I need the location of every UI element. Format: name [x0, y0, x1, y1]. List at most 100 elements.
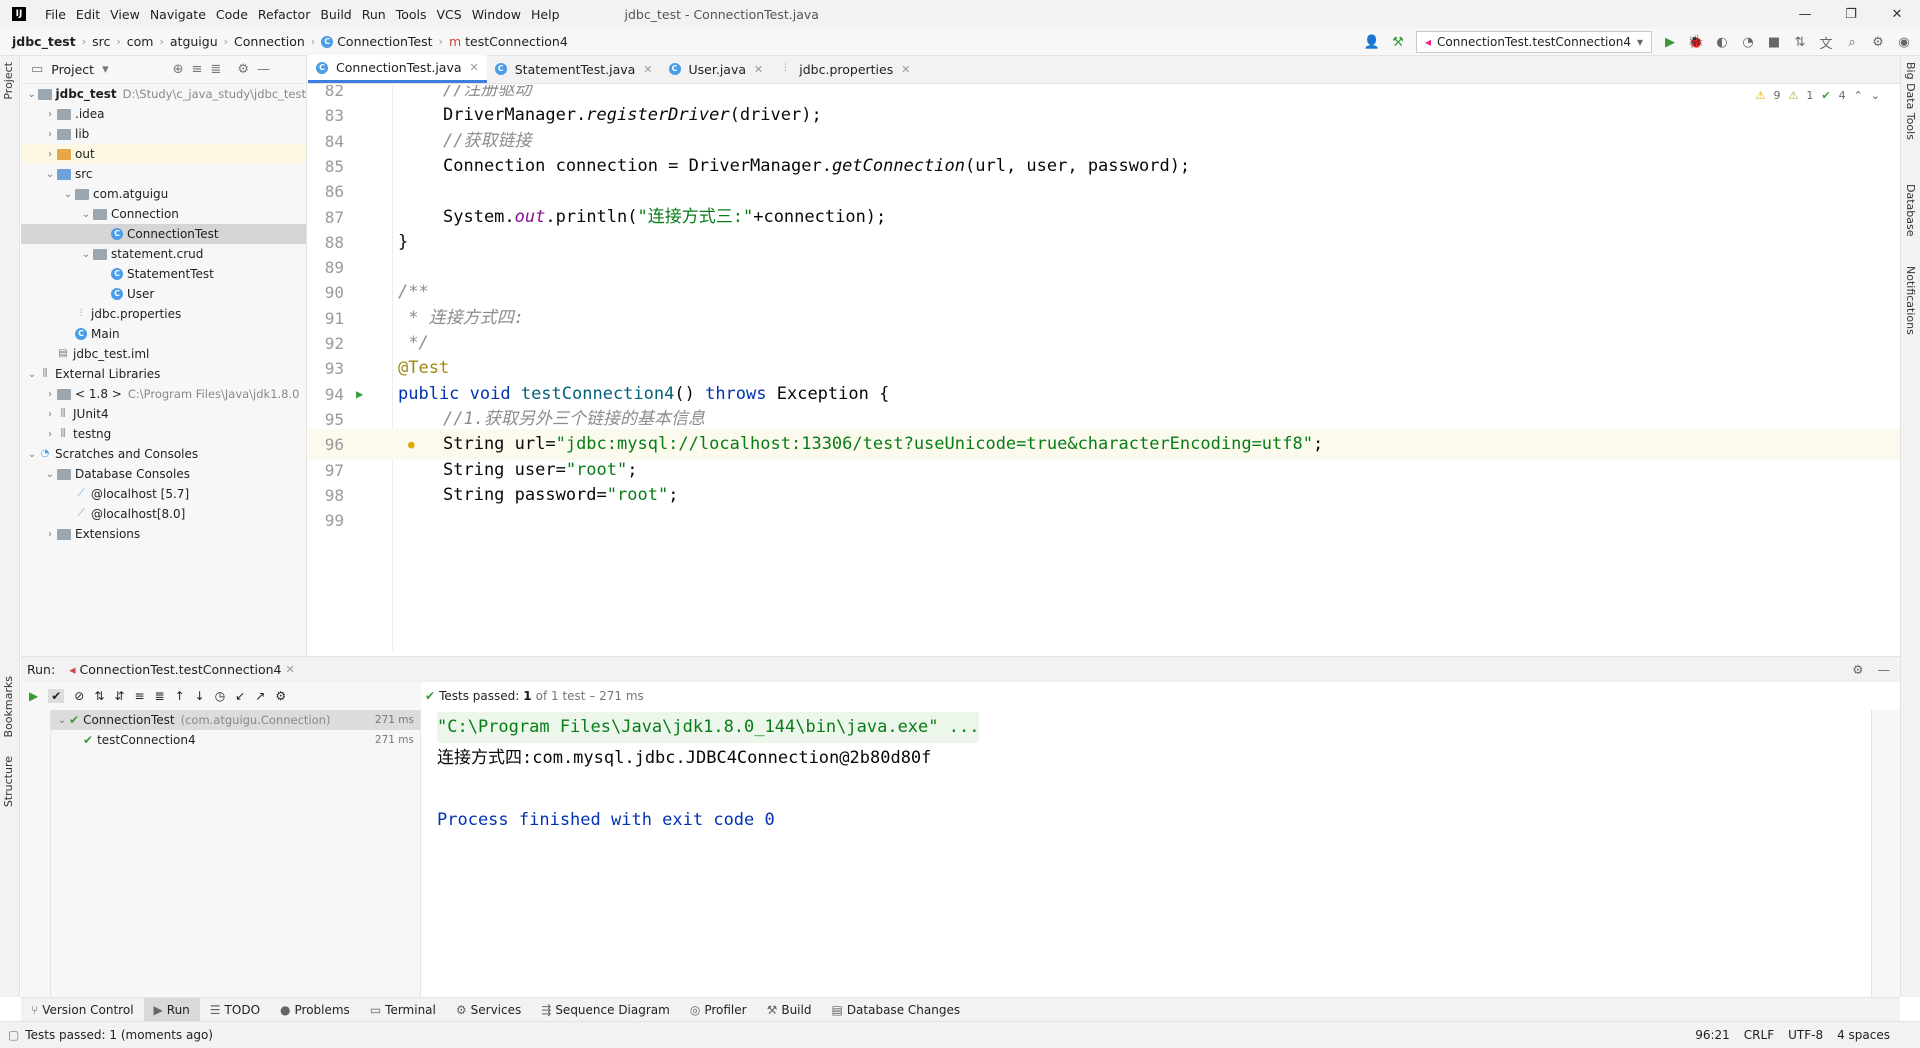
big-data-tools-tab[interactable]: Big Data Tools — [1904, 62, 1917, 140]
chevron-down-icon[interactable]: ⌄ — [43, 169, 57, 180]
menu-refactor[interactable]: Refactor — [253, 7, 315, 22]
project-tree-item[interactable]: › out — [21, 144, 306, 164]
chevron-down-icon[interactable]: ▾ — [102, 62, 109, 77]
chevron-right-icon[interactable]: › — [43, 149, 57, 160]
debug-icon[interactable]: 🐞 — [1688, 34, 1704, 50]
sort-alpha-icon[interactable]: ⇅ — [94, 689, 104, 703]
project-tree-item[interactable]: C User — [21, 284, 306, 304]
project-tree-item[interactable]: › ⫼ testng — [21, 424, 306, 444]
notifications-tool-tab[interactable]: Notifications — [1904, 266, 1917, 335]
settings-gear-icon[interactable]: ⚙ — [1870, 34, 1886, 50]
test-result-item[interactable]: ✔ testConnection4 271 ms — [51, 730, 420, 750]
indent-setting[interactable]: 4 spaces — [1837, 1028, 1890, 1042]
file-encoding[interactable]: UTF-8 — [1788, 1028, 1823, 1042]
editor-tab[interactable]: ⫶ jdbc.properties ✕ — [771, 55, 918, 83]
menu-view[interactable]: View — [105, 7, 145, 22]
project-tree-item[interactable]: C ConnectionTest — [21, 224, 306, 244]
user-icon[interactable]: 👤 — [1364, 34, 1380, 50]
build-hammer-icon[interactable]: ⚒ — [1390, 34, 1406, 50]
project-tree-item[interactable]: ⫶ jdbc.properties — [21, 304, 306, 324]
chevron-down-icon[interactable]: ⌄ — [25, 369, 39, 380]
options-gear-icon[interactable]: ⚙ — [275, 689, 286, 703]
chevron-down-icon[interactable]: ⌄ — [55, 715, 69, 726]
minimize-button[interactable]: — — [1782, 0, 1828, 28]
tool-window-terminal[interactable]: ▭ Terminal — [360, 998, 446, 1022]
sort-duration-icon[interactable]: ⇵ — [114, 689, 124, 703]
menu-window[interactable]: Window — [467, 7, 526, 22]
project-tree-item[interactable]: › .idea — [21, 104, 306, 124]
bookmarks-tool-tab[interactable]: Bookmarks — [2, 676, 15, 737]
project-tree-item[interactable]: ⌄ src — [21, 164, 306, 184]
code-line[interactable]: 99 — [308, 505, 1900, 536]
chevron-down-icon[interactable]: ⌄ — [79, 249, 93, 260]
project-tree-item[interactable]: ⌄ com.atguigu — [21, 184, 306, 204]
locate-icon[interactable]: ⊕ — [173, 62, 184, 77]
close-icon[interactable]: ✕ — [285, 663, 294, 676]
show-passed-icon[interactable]: ✔ — [48, 689, 65, 703]
tool-window-run[interactable]: ▶ Run — [143, 997, 200, 1022]
tool-window-todo[interactable]: ☰ TODO — [200, 998, 270, 1022]
breadcrumb-class[interactable]: C ConnectionTest — [317, 34, 436, 49]
stop-icon[interactable]: ■ — [1766, 34, 1782, 50]
structure-tool-tab[interactable]: Structure — [2, 756, 15, 807]
tool-window-database-changes[interactable]: ▤ Database Changes — [821, 998, 970, 1022]
menu-file[interactable]: File — [40, 7, 71, 22]
run-tab[interactable]: ◂ ConnectionTest.testConnection4 ✕ — [69, 662, 295, 677]
chevron-down-icon[interactable]: ⌄ — [79, 209, 93, 220]
close-tab-icon[interactable]: ✕ — [643, 63, 652, 76]
next-test-icon[interactable]: ↓ — [195, 689, 205, 703]
database-tool-tab[interactable]: Database — [1904, 184, 1917, 237]
menu-code[interactable]: Code — [211, 7, 253, 22]
profile-icon[interactable]: ◔ — [1740, 34, 1756, 50]
prev-test-icon[interactable]: ↑ — [175, 689, 185, 703]
menu-vcs[interactable]: VCS — [432, 7, 467, 22]
project-tool-tab[interactable]: Project — [2, 62, 15, 100]
editor-tab[interactable]: C ConnectionTest.java ✕ — [308, 55, 487, 83]
chevron-down-icon[interactable]: ⌄ — [25, 89, 38, 100]
chevron-down-icon[interactable]: ⌄ — [25, 449, 39, 460]
project-tree-item[interactable]: ⌄ ◔ Scratches and Consoles — [21, 444, 306, 464]
tool-window-profiler[interactable]: ◎ Profiler — [680, 998, 757, 1022]
tool-window-version-control[interactable]: ⑂ Version Control — [21, 998, 144, 1022]
project-tree-item[interactable]: › lib — [21, 124, 306, 144]
chevron-right-icon[interactable]: › — [43, 409, 57, 420]
vcs-icon[interactable]: ⇅ — [1792, 34, 1808, 50]
chevron-down-icon[interactable]: ⌄ — [61, 189, 75, 200]
chevron-right-icon[interactable]: › — [43, 389, 57, 400]
collapse-all-icon[interactable]: ≣ — [155, 689, 165, 703]
chevron-right-icon[interactable]: › — [43, 109, 57, 120]
code-editor[interactable]: ⚠ 9 ⚠ 1 ✔ 4 ⌃ ⌄ 82//注册驱动 83 DriverManager.reg… — [308, 85, 1900, 651]
project-tree-item[interactable]: ⟋ @localhost[8.0] — [21, 504, 306, 524]
breadcrumb-method[interactable]: m testConnection4 — [445, 34, 572, 49]
line-separator[interactable]: CRLF — [1744, 1028, 1774, 1042]
chevron-right-icon[interactable]: › — [43, 529, 57, 540]
editor-tab[interactable]: C StatementTest.java ✕ — [487, 55, 661, 83]
menu-tools[interactable]: Tools — [391, 7, 432, 22]
project-tree-item[interactable]: ▤ jdbc_test.iml — [21, 344, 306, 364]
project-tree-item[interactable]: › Extensions — [21, 524, 306, 544]
hide-icon[interactable]: — — [257, 62, 270, 77]
options-gear-icon[interactable]: ⚙ — [237, 62, 249, 77]
test-result-item[interactable]: ⌄ ✔ ConnectionTest (com.atguigu.Connection)… — [51, 710, 420, 730]
coverage-icon[interactable]: ◐ — [1714, 34, 1730, 50]
breadcrumb-package[interactable]: Connection — [230, 34, 309, 49]
expand-all-icon[interactable]: ≡ — [192, 62, 203, 77]
project-tree-item[interactable]: ⌄ ⫼ External Libraries — [21, 364, 306, 384]
project-tree-item[interactable]: C StatementTest — [21, 264, 306, 284]
tool-window-sequence-diagram[interactable]: ⇶ Sequence Diagram — [531, 998, 680, 1022]
project-tree-item[interactable]: ⌄ jdbc_test D:\Study\c_java_study\jdbc_tes… — [21, 84, 306, 104]
project-tree-item[interactable]: ⌄ Database Consoles — [21, 464, 306, 484]
breadcrumb-com[interactable]: com — [123, 34, 158, 49]
breadcrumb-src[interactable]: src — [88, 34, 114, 49]
project-tree-item[interactable]: ⌄ statement.crud — [21, 244, 306, 264]
maximize-button[interactable]: ❐ — [1828, 0, 1874, 28]
tool-window-build[interactable]: ⚒ Build — [757, 998, 822, 1022]
close-tab-icon[interactable]: ✕ — [754, 63, 763, 76]
settings-gear-icon[interactable]: ⚙ — [1852, 662, 1863, 677]
close-tab-icon[interactable]: ✕ — [901, 63, 910, 76]
breadcrumb-atguigu[interactable]: atguigu — [166, 34, 222, 49]
chevron-down-icon[interactable]: ⌄ — [43, 469, 57, 480]
search-icon[interactable]: ⌕ — [1844, 34, 1860, 50]
breadcrumb-project[interactable]: jdbc_test — [0, 34, 80, 49]
menu-run[interactable]: Run — [357, 7, 391, 22]
